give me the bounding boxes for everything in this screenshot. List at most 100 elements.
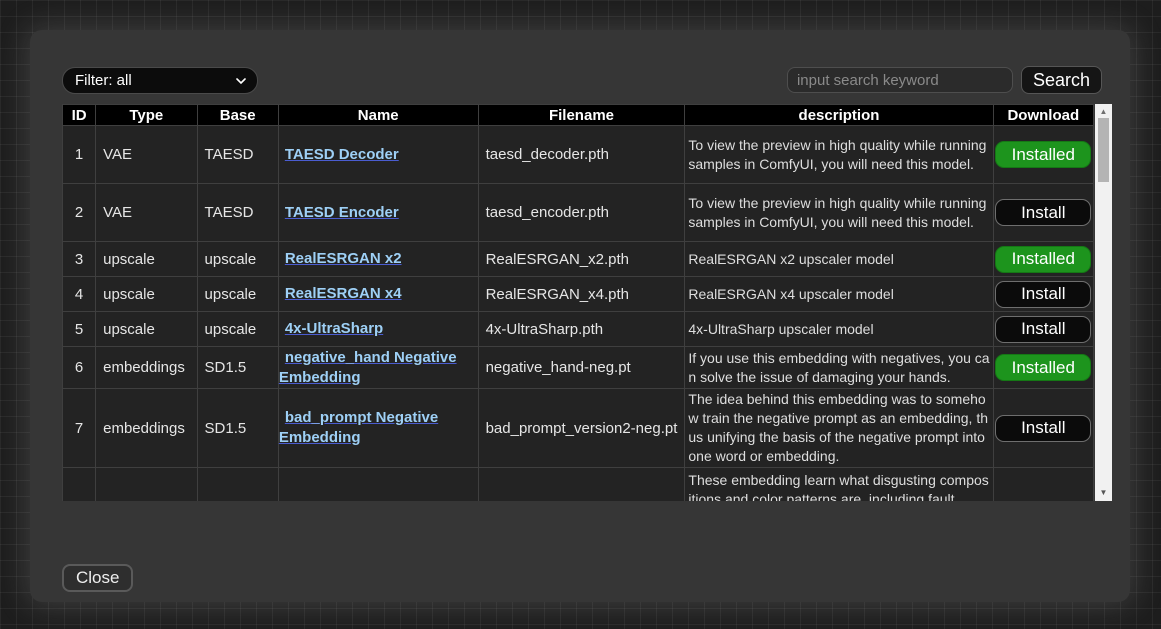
cell-id: 4	[63, 277, 96, 312]
cell-download	[993, 468, 1093, 502]
cell-download: Installed	[993, 242, 1093, 277]
table-row: 4upscaleupscaleRealESRGAN x4RealESRGAN_x…	[63, 277, 1094, 312]
cell-id: 1	[63, 126, 96, 184]
model-name-link[interactable]: RealESRGAN x2	[285, 250, 402, 267]
cell-id: 7	[63, 389, 96, 468]
cell-download: Install	[993, 277, 1093, 312]
cell-id: 5	[63, 312, 96, 347]
table-row: 2VAETAESD TAESD Encoder taesd_encoder.pthT…	[63, 184, 1094, 242]
close-button[interactable]: Close	[62, 564, 133, 592]
search-button[interactable]: Search	[1021, 66, 1102, 94]
cell-download: Installed	[993, 126, 1093, 184]
cell-name: RealESRGAN x4	[278, 277, 478, 312]
filter-select[interactable]: Filter: all	[62, 67, 258, 94]
installed-button: Installed	[995, 354, 1091, 381]
table-row: 3upscaleupscaleRealESRGAN x2RealESRGAN_x…	[63, 242, 1094, 277]
install-button[interactable]: Install	[995, 415, 1091, 442]
cell-download: Install	[993, 184, 1093, 242]
table-row: 5upscaleupscale4x-UltraSharp4x-UltraShar…	[63, 312, 1094, 347]
cell-name: TAESD Decoder	[278, 126, 478, 184]
search-bar: Search	[787, 66, 1102, 94]
cell-type: upscale	[96, 312, 197, 347]
cell-filename: taesd_decoder.pth	[478, 126, 685, 184]
cell-filename: bad_prompt_version2-neg.pt	[478, 389, 685, 468]
model-name-link[interactable]: 4x-UltraSharp	[285, 320, 383, 337]
cell-filename	[478, 468, 685, 502]
scroll-up-icon[interactable]: ▲	[1095, 106, 1112, 118]
cell-download: Install	[993, 312, 1093, 347]
model-name-link[interactable]: TAESD Encoder	[285, 204, 399, 221]
cell-name: RealESRGAN x2	[278, 242, 478, 277]
header-base: Base	[197, 105, 278, 126]
header-download: Download	[993, 105, 1093, 126]
header-id: ID	[63, 105, 96, 126]
installed-button: Installed	[995, 141, 1091, 168]
cell-name: 4x-UltraSharp	[278, 312, 478, 347]
model-name-link[interactable]: TAESD Decoder	[285, 146, 399, 163]
cell-filename: RealESRGAN_x4.pth	[478, 277, 685, 312]
cell-base: upscale	[197, 277, 278, 312]
header-type: Type	[96, 105, 197, 126]
installed-button: Installed	[995, 246, 1091, 273]
model-name-link[interactable]: negative_hand Negative Embedding	[279, 349, 457, 386]
cell-base: SD1.5	[197, 389, 278, 468]
scrollbar-thumb[interactable]	[1098, 118, 1109, 182]
cell-type: embeddings	[96, 347, 197, 389]
install-models-dialog: Filter: all Search ID Type Base N	[30, 30, 1130, 602]
cell-id	[63, 468, 96, 502]
cell-description: 4x-UltraSharp upscaler model	[685, 312, 993, 347]
cell-base: upscale	[197, 312, 278, 347]
header-filename: Filename	[478, 105, 685, 126]
table-header-row: ID Type Base Name Filename description D…	[63, 105, 1094, 126]
cell-id: 3	[63, 242, 96, 277]
header-name: Name	[278, 105, 478, 126]
cell-base: SD1.5	[197, 347, 278, 389]
cell-base: TAESD	[197, 126, 278, 184]
cell-id: 2	[63, 184, 96, 242]
cell-description: RealESRGAN x4 upscaler model	[685, 277, 993, 312]
vertical-scrollbar[interactable]: ▲ ▼	[1095, 104, 1112, 501]
scroll-down-icon[interactable]: ▼	[1095, 487, 1112, 499]
cell-base: upscale	[197, 242, 278, 277]
cell-name: negative_hand Negative Embedding	[278, 347, 478, 389]
model-table: ID Type Base Name Filename description D…	[62, 104, 1094, 501]
cell-id: 6	[63, 347, 96, 389]
table-row: 1VAETAESD TAESD Decoder taesd_decoder.pthT…	[63, 126, 1094, 184]
cell-description: If you use this embedding with negatives…	[685, 347, 993, 389]
cell-name: bad_prompt Negative Embedding	[278, 389, 478, 468]
cell-base: TAESD	[197, 184, 278, 242]
cell-filename: taesd_encoder.pth	[478, 184, 685, 242]
cell-filename: RealESRGAN_x2.pth	[478, 242, 685, 277]
model-name-link[interactable]: RealESRGAN x4	[285, 285, 402, 302]
cell-name	[278, 468, 478, 502]
cell-description: To view the preview in high quality whil…	[685, 126, 993, 184]
filter-select-wrap: Filter: all	[62, 67, 258, 94]
cell-description: The idea behind this embedding was to so…	[685, 389, 993, 468]
cell-type: upscale	[96, 242, 197, 277]
cell-description: These embedding learn what disgusting co…	[685, 468, 993, 502]
model-name-link[interactable]: bad_prompt Negative Embedding	[279, 409, 438, 446]
header-description: description	[685, 105, 993, 126]
cell-type: VAE	[96, 126, 197, 184]
cell-type: VAE	[96, 184, 197, 242]
cell-description: To view the preview in high quality whil…	[685, 184, 993, 242]
cell-description: RealESRGAN x2 upscaler model	[685, 242, 993, 277]
cell-download: Installed	[993, 347, 1093, 389]
search-input[interactable]	[787, 67, 1013, 93]
cell-name: TAESD Encoder	[278, 184, 478, 242]
table-row: 7embeddingsSD1.5bad_prompt Negative Embe…	[63, 389, 1094, 468]
model-table-container: ID Type Base Name Filename description D…	[62, 104, 1112, 501]
dialog-toolbar: Filter: all Search	[62, 66, 1102, 94]
cell-type: upscale	[96, 277, 197, 312]
table-row: These embedding learn what disgusting co…	[63, 468, 1094, 502]
table-row: 6embeddingsSD1.5negative_hand Negative E…	[63, 347, 1094, 389]
cell-download: Install	[993, 389, 1093, 468]
cell-type	[96, 468, 197, 502]
cell-type: embeddings	[96, 389, 197, 468]
cell-filename: 4x-UltraSharp.pth	[478, 312, 685, 347]
install-button[interactable]: Install	[995, 199, 1091, 226]
cell-base	[197, 468, 278, 502]
install-button[interactable]: Install	[995, 281, 1091, 308]
cell-filename: negative_hand-neg.pt	[478, 347, 685, 389]
install-button[interactable]: Install	[995, 316, 1091, 343]
